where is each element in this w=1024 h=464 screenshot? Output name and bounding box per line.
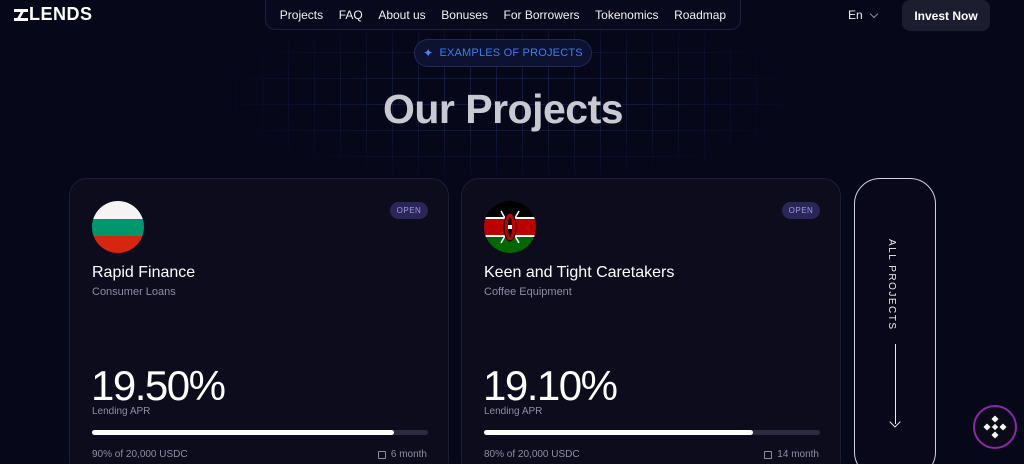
badge-label: EXAMPLES OF PROJECTS	[439, 47, 583, 59]
sparkle-icon: ✦	[423, 46, 434, 60]
loan-term-value: 6 month	[390, 449, 427, 460]
funding-progress-fill	[92, 430, 395, 435]
nav-bonuses[interactable]: Bonuses	[441, 8, 488, 22]
apr-label: Lending APR	[484, 406, 543, 417]
calendar-icon	[377, 450, 386, 459]
logo[interactable]: LENDS	[14, 4, 93, 25]
invest-now-button[interactable]: Invest Now	[902, 0, 990, 31]
all-projects-label: ALL PROJECTS	[886, 239, 897, 331]
loan-term: 14 month	[764, 449, 819, 460]
nav-tokenomics[interactable]: Tokenomics	[595, 8, 658, 22]
project-apr: 19.10%	[483, 362, 618, 409]
binance-floating-button[interactable]	[973, 405, 1017, 449]
arrow-down-icon	[895, 344, 896, 424]
funding-progress-fill	[484, 430, 753, 435]
funding-progress-bar	[92, 430, 428, 435]
status-badge: OPEN	[390, 202, 428, 219]
arrow-down-head	[889, 416, 901, 428]
loan-term: 6 month	[377, 449, 427, 460]
project-category: Consumer Loans	[92, 286, 176, 298]
language-label: En	[848, 8, 863, 22]
status-badge: OPEN	[782, 202, 820, 219]
project-card-rapid-finance[interactable]: OPEN Rapid Finance Consumer Loans 19.50%…	[69, 178, 449, 464]
apr-label: Lending APR	[92, 406, 151, 417]
project-name: Rapid Finance	[92, 264, 196, 281]
examples-badge: ✦ EXAMPLES OF PROJECTS	[414, 39, 592, 67]
bulgaria-flag-icon	[92, 201, 144, 253]
binance-icon	[983, 415, 1007, 439]
project-card-keen-and-tight[interactable]: OPEN Keen and Tight Caretakers Coffee Eq…	[461, 178, 841, 464]
all-projects-button[interactable]: ALL PROJECTS	[854, 178, 936, 464]
language-selector[interactable]: En	[840, 0, 890, 30]
chevron-down-icon	[869, 9, 878, 18]
main-nav: Projects FAQ About us Bonuses For Borrow…	[265, 0, 741, 30]
project-apr: 19.50%	[91, 362, 226, 409]
nav-about-us[interactable]: About us	[378, 8, 425, 22]
project-name: Keen and Tight Caretakers	[484, 264, 675, 281]
project-category: Coffee Equipment	[484, 286, 572, 298]
funded-amount: 80% of 20,000 USDC	[484, 449, 580, 460]
kenya-flag-icon	[484, 201, 536, 253]
funding-progress-bar	[484, 430, 820, 435]
calendar-icon	[764, 450, 773, 459]
funded-amount: 90% of 20,000 USDC	[92, 449, 188, 460]
section-title: Our Projects	[382, 86, 624, 132]
loan-term-value: 14 month	[777, 449, 819, 460]
z-logo-icon	[14, 8, 28, 22]
logo-text: LENDS	[29, 4, 93, 24]
nav-projects[interactable]: Projects	[280, 8, 323, 22]
nav-faq[interactable]: FAQ	[339, 8, 363, 22]
nav-for-borrowers[interactable]: For Borrowers	[504, 8, 580, 22]
nav-roadmap[interactable]: Roadmap	[674, 8, 726, 22]
